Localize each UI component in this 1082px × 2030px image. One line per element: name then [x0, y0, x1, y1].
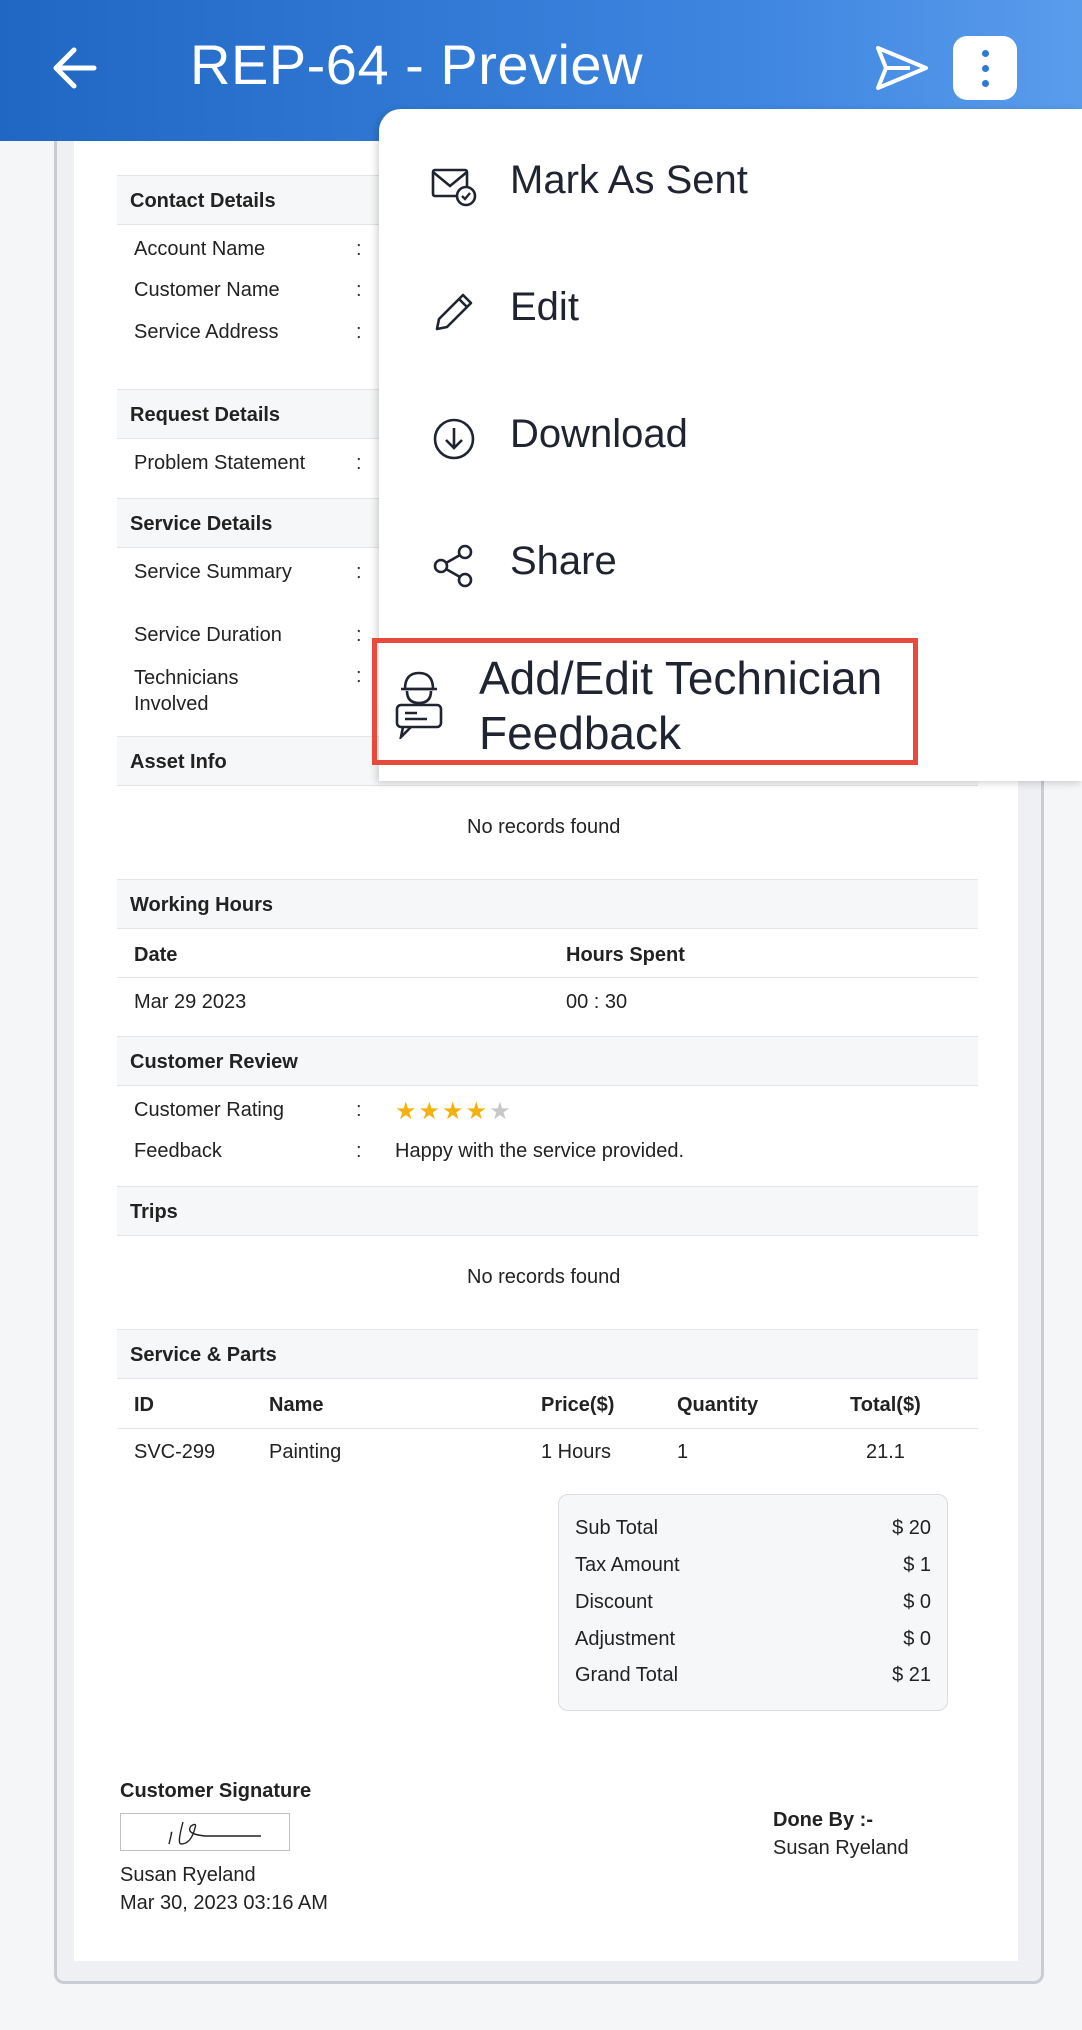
table-cell: 1 Hours [541, 1441, 612, 1463]
star-empty-icon: ★ [489, 1098, 513, 1125]
total-label: Adjustment [575, 1628, 676, 1650]
column-header: Price($) [541, 1394, 615, 1416]
menu-item-technician-feedback[interactable]: Add/Edit Technician Feedback [372, 638, 918, 765]
done-by-name: Susan Ryeland [773, 1837, 909, 1859]
table-cell: Painting [269, 1441, 342, 1463]
grand-total-value: $ 21 [892, 1664, 931, 1686]
field-label: Customer Rating [134, 1099, 285, 1121]
empty-state-text: No records found [467, 816, 621, 838]
star-icon: ★ [465, 1098, 490, 1125]
field-label: Problem Statement [134, 452, 306, 474]
total-value: $ 20 [892, 1517, 931, 1539]
total-value: $ 0 [903, 1591, 931, 1613]
more-vertical-icon [982, 50, 989, 57]
arrow-left-icon [53, 47, 97, 89]
done-by-label: Done By :- [773, 1809, 873, 1831]
menu-item-label: Download [510, 412, 688, 456]
send-icon [876, 46, 928, 90]
menu-item-share[interactable]: Share [379, 515, 1082, 615]
send-button[interactable] [870, 36, 934, 100]
total-label: Sub Total [575, 1517, 659, 1539]
menu-item-label: Mark As Sent [510, 158, 748, 202]
signature-scribble-icon [168, 1821, 261, 1845]
column-header: Quantity [677, 1394, 759, 1416]
menu-item-edit[interactable]: Edit [379, 261, 1082, 361]
empty-state-text: No records found [467, 1266, 621, 1288]
field-label: Customer Name [134, 279, 280, 301]
technician-feedback-icon [395, 671, 443, 739]
table-cell: 1 [677, 1441, 689, 1463]
signature-image [120, 1813, 290, 1851]
rating-stars: ★★★★★ [395, 1097, 513, 1126]
section-working-hours: Working Hours [117, 879, 978, 929]
menu-item-label: Edit [510, 285, 579, 329]
menu-item-label: Add/Edit Technician Feedback [479, 652, 883, 759]
pencil-icon [435, 293, 473, 331]
table-cell: 00 : 30 [566, 991, 628, 1013]
page-title: REP-64 - Preview [190, 33, 644, 96]
star-icon: ★ [442, 1098, 466, 1125]
back-button[interactable] [44, 36, 108, 100]
field-label: Feedback [134, 1140, 222, 1162]
totals-box: Sub Total $ 20 Tax Amount $ 1 Discount $… [558, 1494, 948, 1711]
table-cell: SVC-299 [134, 1441, 216, 1463]
overflow-menu: Mark As Sent Edit Download Share Add/Edi… [372, 109, 1082, 781]
signer-name: Susan Ryeland [120, 1864, 256, 1886]
table-cell: 21.1 [866, 1441, 905, 1463]
total-value: $ 0 [903, 1628, 931, 1650]
column-header: ID [134, 1394, 154, 1416]
star-icon: ★ [395, 1098, 419, 1125]
field-label: Service Address [134, 321, 279, 343]
share-icon [433, 544, 473, 588]
signature-heading: Customer Signature [120, 1780, 312, 1802]
column-header: Hours Spent [566, 944, 685, 966]
section-customer-review: Customer Review [117, 1036, 978, 1086]
download-circle-icon [433, 418, 475, 460]
table-cell: Mar 29 2023 [134, 991, 247, 1013]
total-label: Tax Amount [575, 1554, 680, 1576]
signature-date: Mar 30, 2023 03:16 AM [120, 1892, 328, 1914]
menu-item-label: Share [510, 539, 617, 583]
star-icon: ★ [418, 1098, 443, 1125]
field-label: Service Summary [134, 561, 292, 583]
grand-total-label: Grand Total [575, 1664, 679, 1686]
field-label: Technicians Involved [134, 667, 239, 715]
feedback-value: Happy with the service provided. [395, 1140, 685, 1162]
section-service-parts: Service & Parts [117, 1329, 978, 1379]
menu-item-mark-as-sent[interactable]: Mark As Sent [379, 134, 1082, 234]
menu-item-download[interactable]: Download [379, 388, 1082, 488]
mail-check-icon [431, 168, 477, 207]
column-header: Total($) [850, 1394, 921, 1416]
total-label: Discount [575, 1591, 653, 1613]
more-options-button[interactable] [953, 36, 1017, 100]
field-label: Account Name [134, 238, 266, 260]
section-trips: Trips [117, 1186, 978, 1236]
column-header: Name [269, 1394, 324, 1416]
column-header: Date [134, 944, 178, 966]
field-label: Service Duration [134, 624, 282, 646]
total-value: $ 1 [903, 1554, 931, 1576]
